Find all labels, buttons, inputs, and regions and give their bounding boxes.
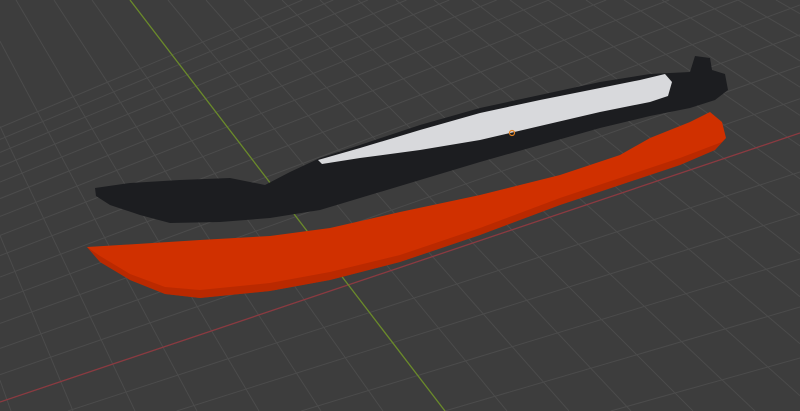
grid-line xyxy=(699,0,800,62)
grid-line xyxy=(0,0,407,168)
grid-line xyxy=(610,357,800,411)
grid-line xyxy=(301,258,800,411)
grid-line xyxy=(737,0,800,37)
grid-line xyxy=(0,0,334,140)
3d-viewport[interactable] xyxy=(0,0,800,411)
grid-line xyxy=(0,235,74,411)
viewport-canvas[interactable] xyxy=(0,0,800,411)
grid-line xyxy=(0,41,198,411)
grid-line xyxy=(0,380,12,411)
grid-line xyxy=(444,306,800,411)
